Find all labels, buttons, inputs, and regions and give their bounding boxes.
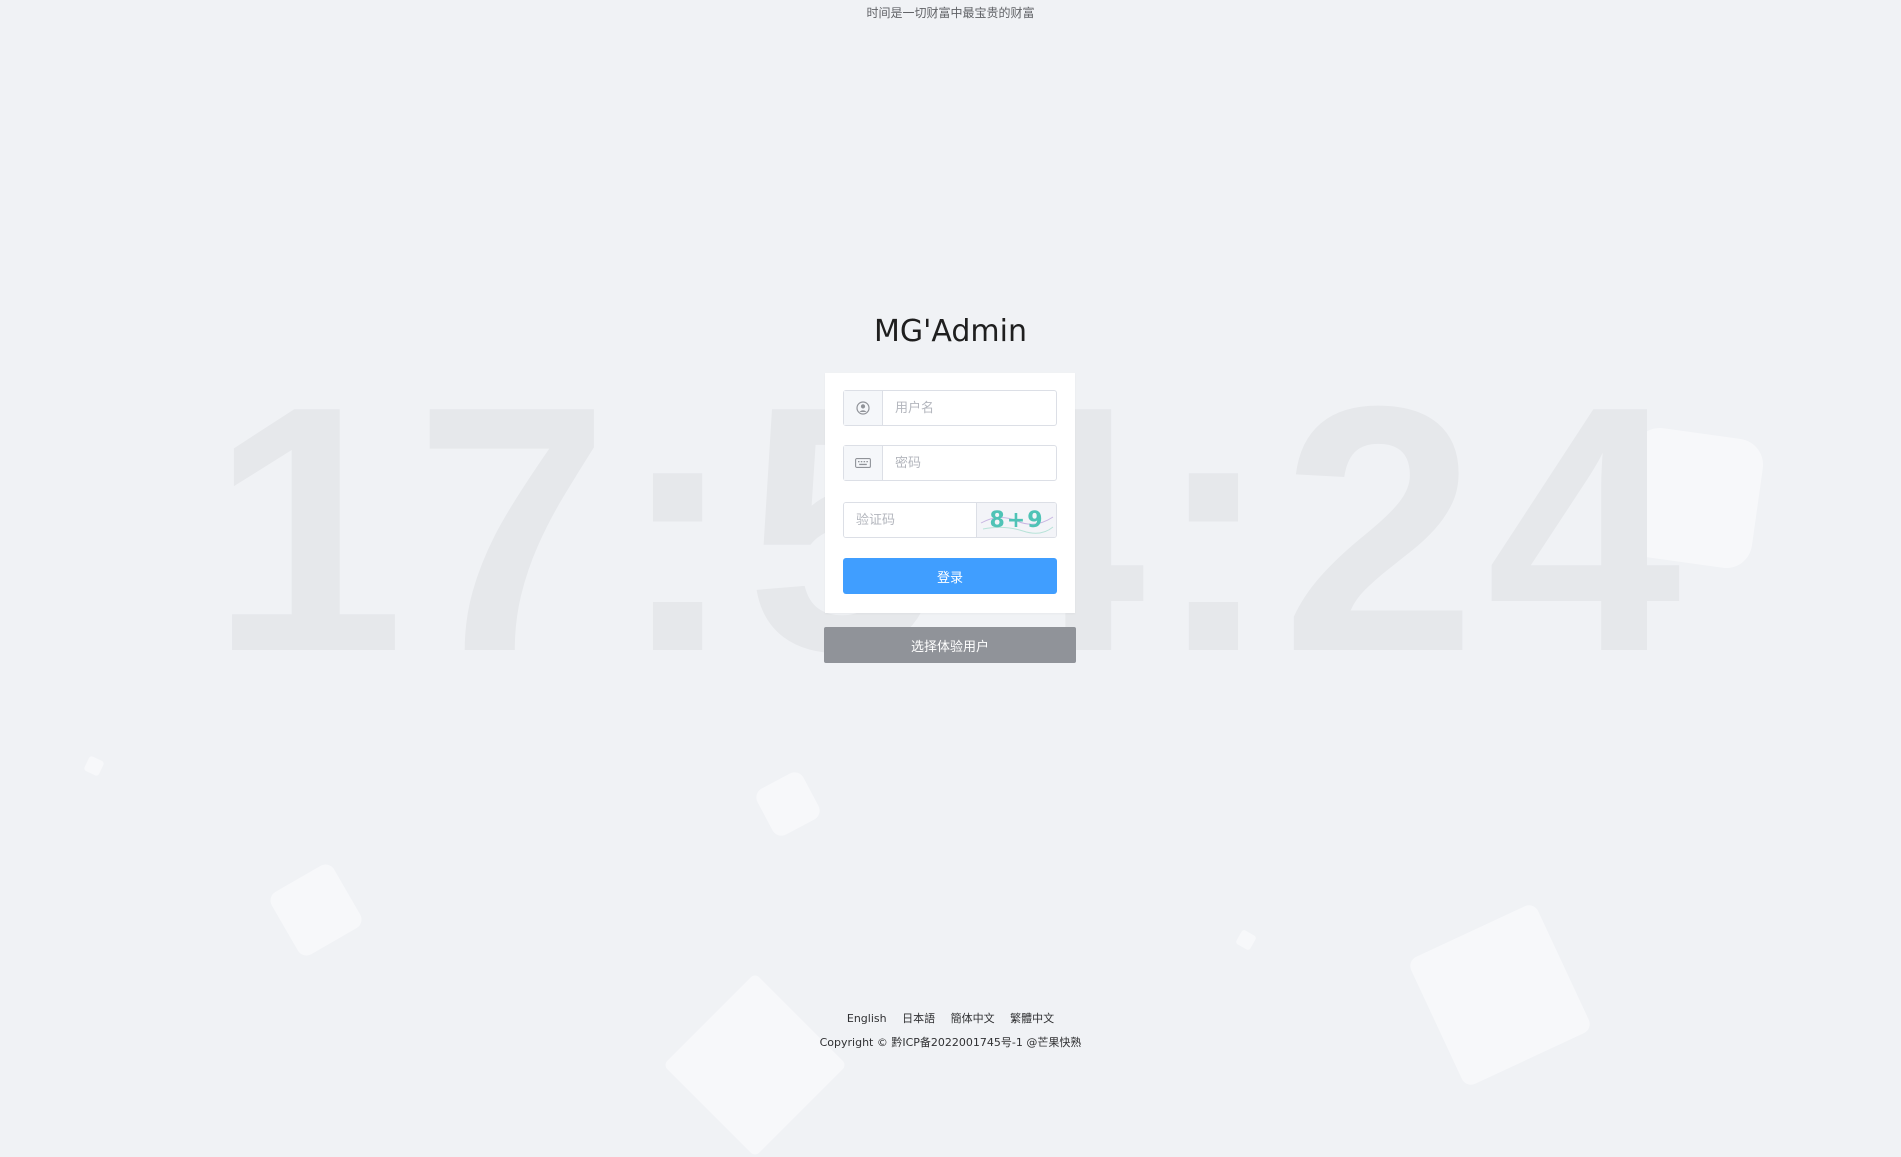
decor-square (663, 973, 847, 1157)
app-title: MG'Admin (874, 314, 1027, 349)
user-circle-icon (844, 391, 883, 425)
captcha-image[interactable]: 8+9 (976, 503, 1056, 537)
lang-english[interactable]: English (847, 1012, 887, 1025)
login-card: 8+9 登录 (825, 373, 1075, 613)
lang-traditional-chinese[interactable]: 繁體中文 (1010, 1012, 1054, 1025)
captcha-field: 8+9 (843, 502, 1057, 538)
decor-square (1235, 929, 1257, 951)
username-input[interactable] (883, 391, 1056, 425)
decor-square (1619, 424, 1767, 572)
lang-japanese[interactable]: 日本語 (902, 1012, 935, 1025)
decor-square (1406, 901, 1594, 1089)
copyright-text: Copyright © 黔ICP备2022001745号-1 @芒果快熟 (819, 1036, 1082, 1049)
password-input[interactable] (883, 446, 1056, 480)
keyboard-icon (844, 446, 883, 480)
login-button[interactable]: 登录 (843, 558, 1057, 594)
captcha-text: 8+9 (989, 508, 1044, 533)
decor-square (266, 860, 366, 960)
decor-square (752, 768, 824, 840)
motto-text: 时间是一切财富中最宝贵的财富 (866, 6, 1035, 20)
captcha-input[interactable] (844, 503, 976, 537)
password-field (843, 445, 1057, 481)
lang-simplified-chinese[interactable]: 簡体中文 (951, 1012, 995, 1025)
language-switcher: English 日本語 簡体中文 繁體中文 (0, 1010, 1901, 1026)
select-demo-user-button[interactable]: 选择体验用户 (824, 627, 1076, 663)
username-field (843, 390, 1057, 426)
decor-square (83, 755, 105, 777)
